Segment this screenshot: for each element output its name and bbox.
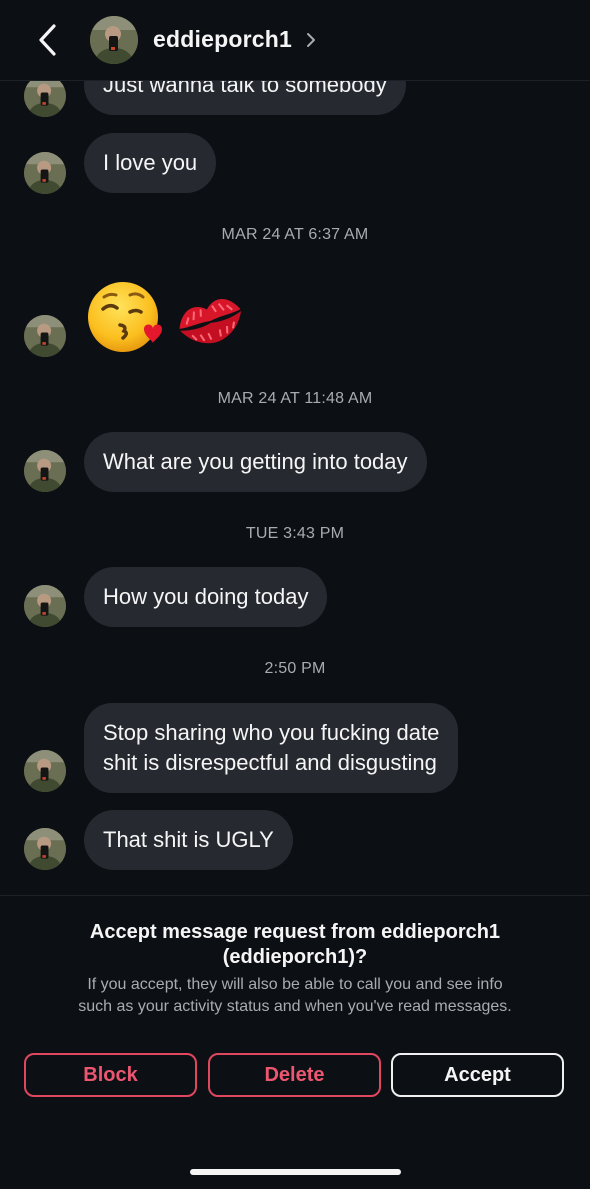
avatar[interactable] [24,750,66,792]
avatar[interactable] [24,450,66,492]
request-description-line: If you accept, they will also be able to… [87,976,503,993]
avatar[interactable] [24,585,66,627]
message-bubble[interactable]: Just wanna talk to somebody [84,81,406,115]
message-bubble[interactable]: That shit is UGLY [84,810,293,870]
kissing-face-with-heart-emoji [88,282,162,352]
message-bubble[interactable]: What are you getting into today [84,432,427,492]
accept-button[interactable]: Accept [391,1053,564,1097]
message-request-panel: Accept message request from eddieporch1 … [0,895,590,1189]
message-line: shit is disrespectful and disgusting [103,750,437,775]
header-username[interactable]: eddieporch1 [153,26,292,53]
delete-button[interactable]: Delete [208,1053,381,1097]
timestamp: MAR 24 AT 11:48 AM [217,390,373,407]
back-button[interactable] [30,20,70,60]
message-bubble[interactable]: Stop sharing who you fucking date shit i… [84,703,459,793]
timestamp: MAR 24 AT 6:37 AM [221,226,369,243]
message-bubble[interactable]: I love you [84,133,217,193]
home-indicator[interactable] [190,1169,401,1175]
timestamp: 2:50 PM [264,660,326,677]
request-description-line: such as your activity status and when yo… [78,998,512,1015]
request-title: Accept message request from eddieporch1 … [40,920,550,970]
request-title-line: (eddieporch1)? [222,946,368,968]
avatar[interactable] [90,16,138,64]
kiss-mark-lips-emoji [179,299,242,344]
chevron-right-icon[interactable] [304,29,318,51]
request-title-line: Accept message request from eddieporch1 [89,921,501,943]
message-line: Stop sharing who you fucking date [103,720,440,745]
message-thread[interactable]: Just wanna talk to somebody I love you M… [0,81,590,895]
conversation-header: eddieporch1 [0,0,590,81]
timestamp: TUE 3:43 PM [245,525,345,542]
avatar[interactable] [24,81,66,117]
request-description: If you accept, they will also be able to… [30,974,560,1018]
avatar[interactable] [24,315,66,357]
block-button[interactable]: Block [24,1053,197,1097]
chevron-left-icon [39,24,56,56]
message-bubble[interactable]: How you doing today [84,567,328,627]
avatar[interactable] [24,828,66,870]
avatar[interactable] [24,152,66,194]
